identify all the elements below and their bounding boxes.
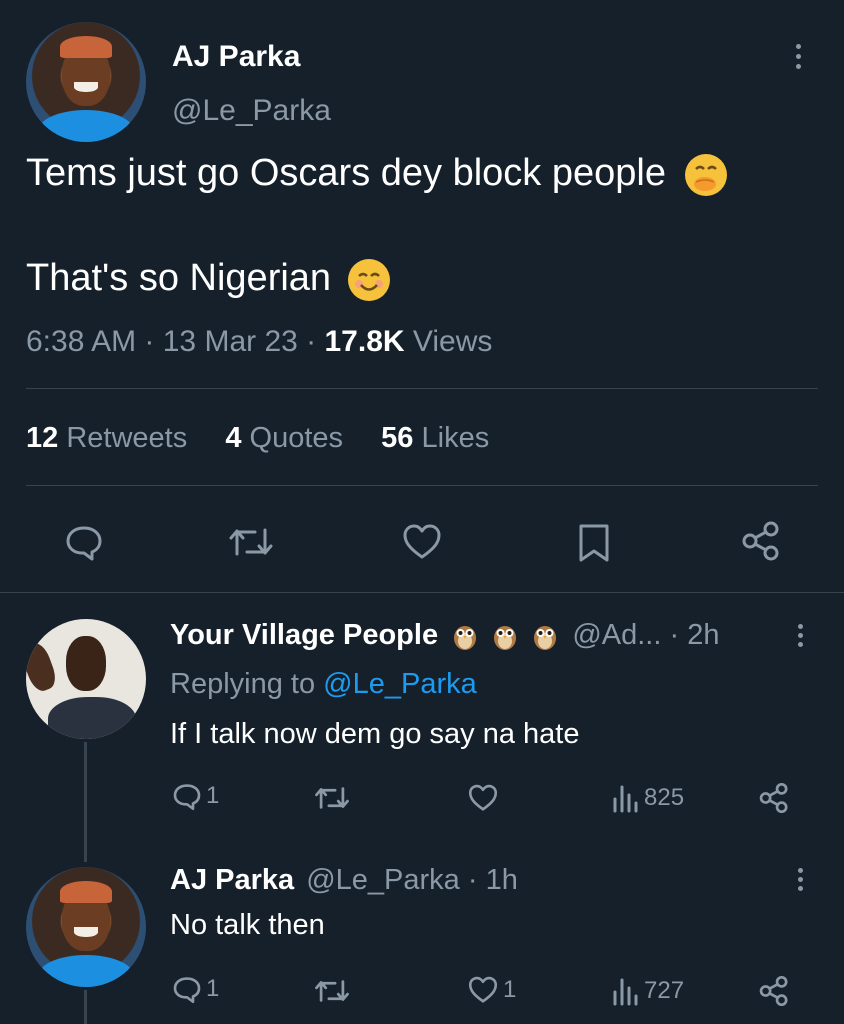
more-icon[interactable] [796,44,802,69]
avatar[interactable] [26,22,146,142]
retweet-icon[interactable] [314,977,350,1005]
tweet-time[interactable]: 6:38 AM [26,325,136,358]
share-icon[interactable] [740,520,782,562]
views-icon [612,783,640,813]
replying-handle-link[interactable]: @Le_Parka [323,668,477,700]
handle[interactable]: @Ad... [572,619,661,651]
like-icon[interactable] [401,522,443,562]
reply-button[interactable]: 1 [172,974,219,1004]
replying-to: Replying to @Le_Parka [170,668,477,700]
thread-line [84,990,87,1024]
display-name[interactable]: AJ Parka [170,864,294,896]
views-icon [612,976,640,1006]
handle[interactable]: @Le_Parka [172,94,331,128]
more-icon[interactable] [798,868,804,891]
bookmark-icon[interactable] [577,522,611,564]
tweet-text-line1: Tems just go Oscars dey block people [26,152,727,196]
like-count: 1 [503,976,517,1003]
views-count: 727 [644,977,685,1004]
owl-emoji [532,622,558,651]
tweet-meta: 6:38 AM · 13 Mar 23 · 17.8K Views [26,325,493,358]
like-icon [467,975,499,1005]
hand-over-mouth-emoji [684,153,727,196]
like-button[interactable]: 1 [467,975,516,1005]
reply-header: AJ Parka @Le_Parka · 1h [170,864,518,896]
reply-count: 1 [206,975,220,1002]
views-count: 17.8K [324,325,405,358]
tweet-text-line2: That's so Nigerian [26,257,390,301]
section-divider [0,592,844,593]
tweet-stats: 12 Retweets 4 Quotes 56 Likes [26,422,489,455]
avatar[interactable] [26,867,146,987]
display-name[interactable]: AJ Parka [172,40,300,74]
share-icon[interactable] [758,782,790,814]
display-name[interactable]: Your Village People [170,619,438,651]
views-label: Views [412,325,493,358]
reply-header: Your Village People @Ad... · 2h [170,619,720,651]
tweet-date[interactable]: 13 Mar 23 [163,325,298,358]
reply-text: If I talk now dem go say na hate [170,718,580,750]
reply-icon [172,781,202,811]
reply-time[interactable]: 1h [486,864,518,896]
retweet-icon[interactable] [228,524,274,560]
retweet-icon[interactable] [314,784,350,812]
handle[interactable]: @Le_Parka [306,864,460,896]
reply-button[interactable]: 1 [172,781,219,811]
smiling-emoji [347,258,390,301]
divider [26,485,818,486]
thread-line [84,742,87,862]
owl-emoji [452,622,478,651]
like-icon[interactable] [467,783,499,813]
more-icon[interactable] [798,624,804,647]
reply-text: No talk then [170,909,325,941]
avatar[interactable] [26,619,146,739]
retweets-stat[interactable]: 12 Retweets [26,422,187,454]
views-count: 825 [644,784,685,811]
quotes-stat[interactable]: 4 Quotes [225,422,343,454]
reply-count: 1 [206,782,220,809]
reply-time[interactable]: 2h [687,619,719,651]
share-icon[interactable] [758,975,790,1007]
reply-icon [172,974,202,1004]
reply-icon[interactable] [64,522,104,562]
owl-emoji [492,622,518,651]
likes-stat[interactable]: 56 Likes [381,422,489,454]
views-button[interactable]: 825 [612,783,684,813]
divider [26,388,818,389]
views-button[interactable]: 727 [612,976,684,1006]
